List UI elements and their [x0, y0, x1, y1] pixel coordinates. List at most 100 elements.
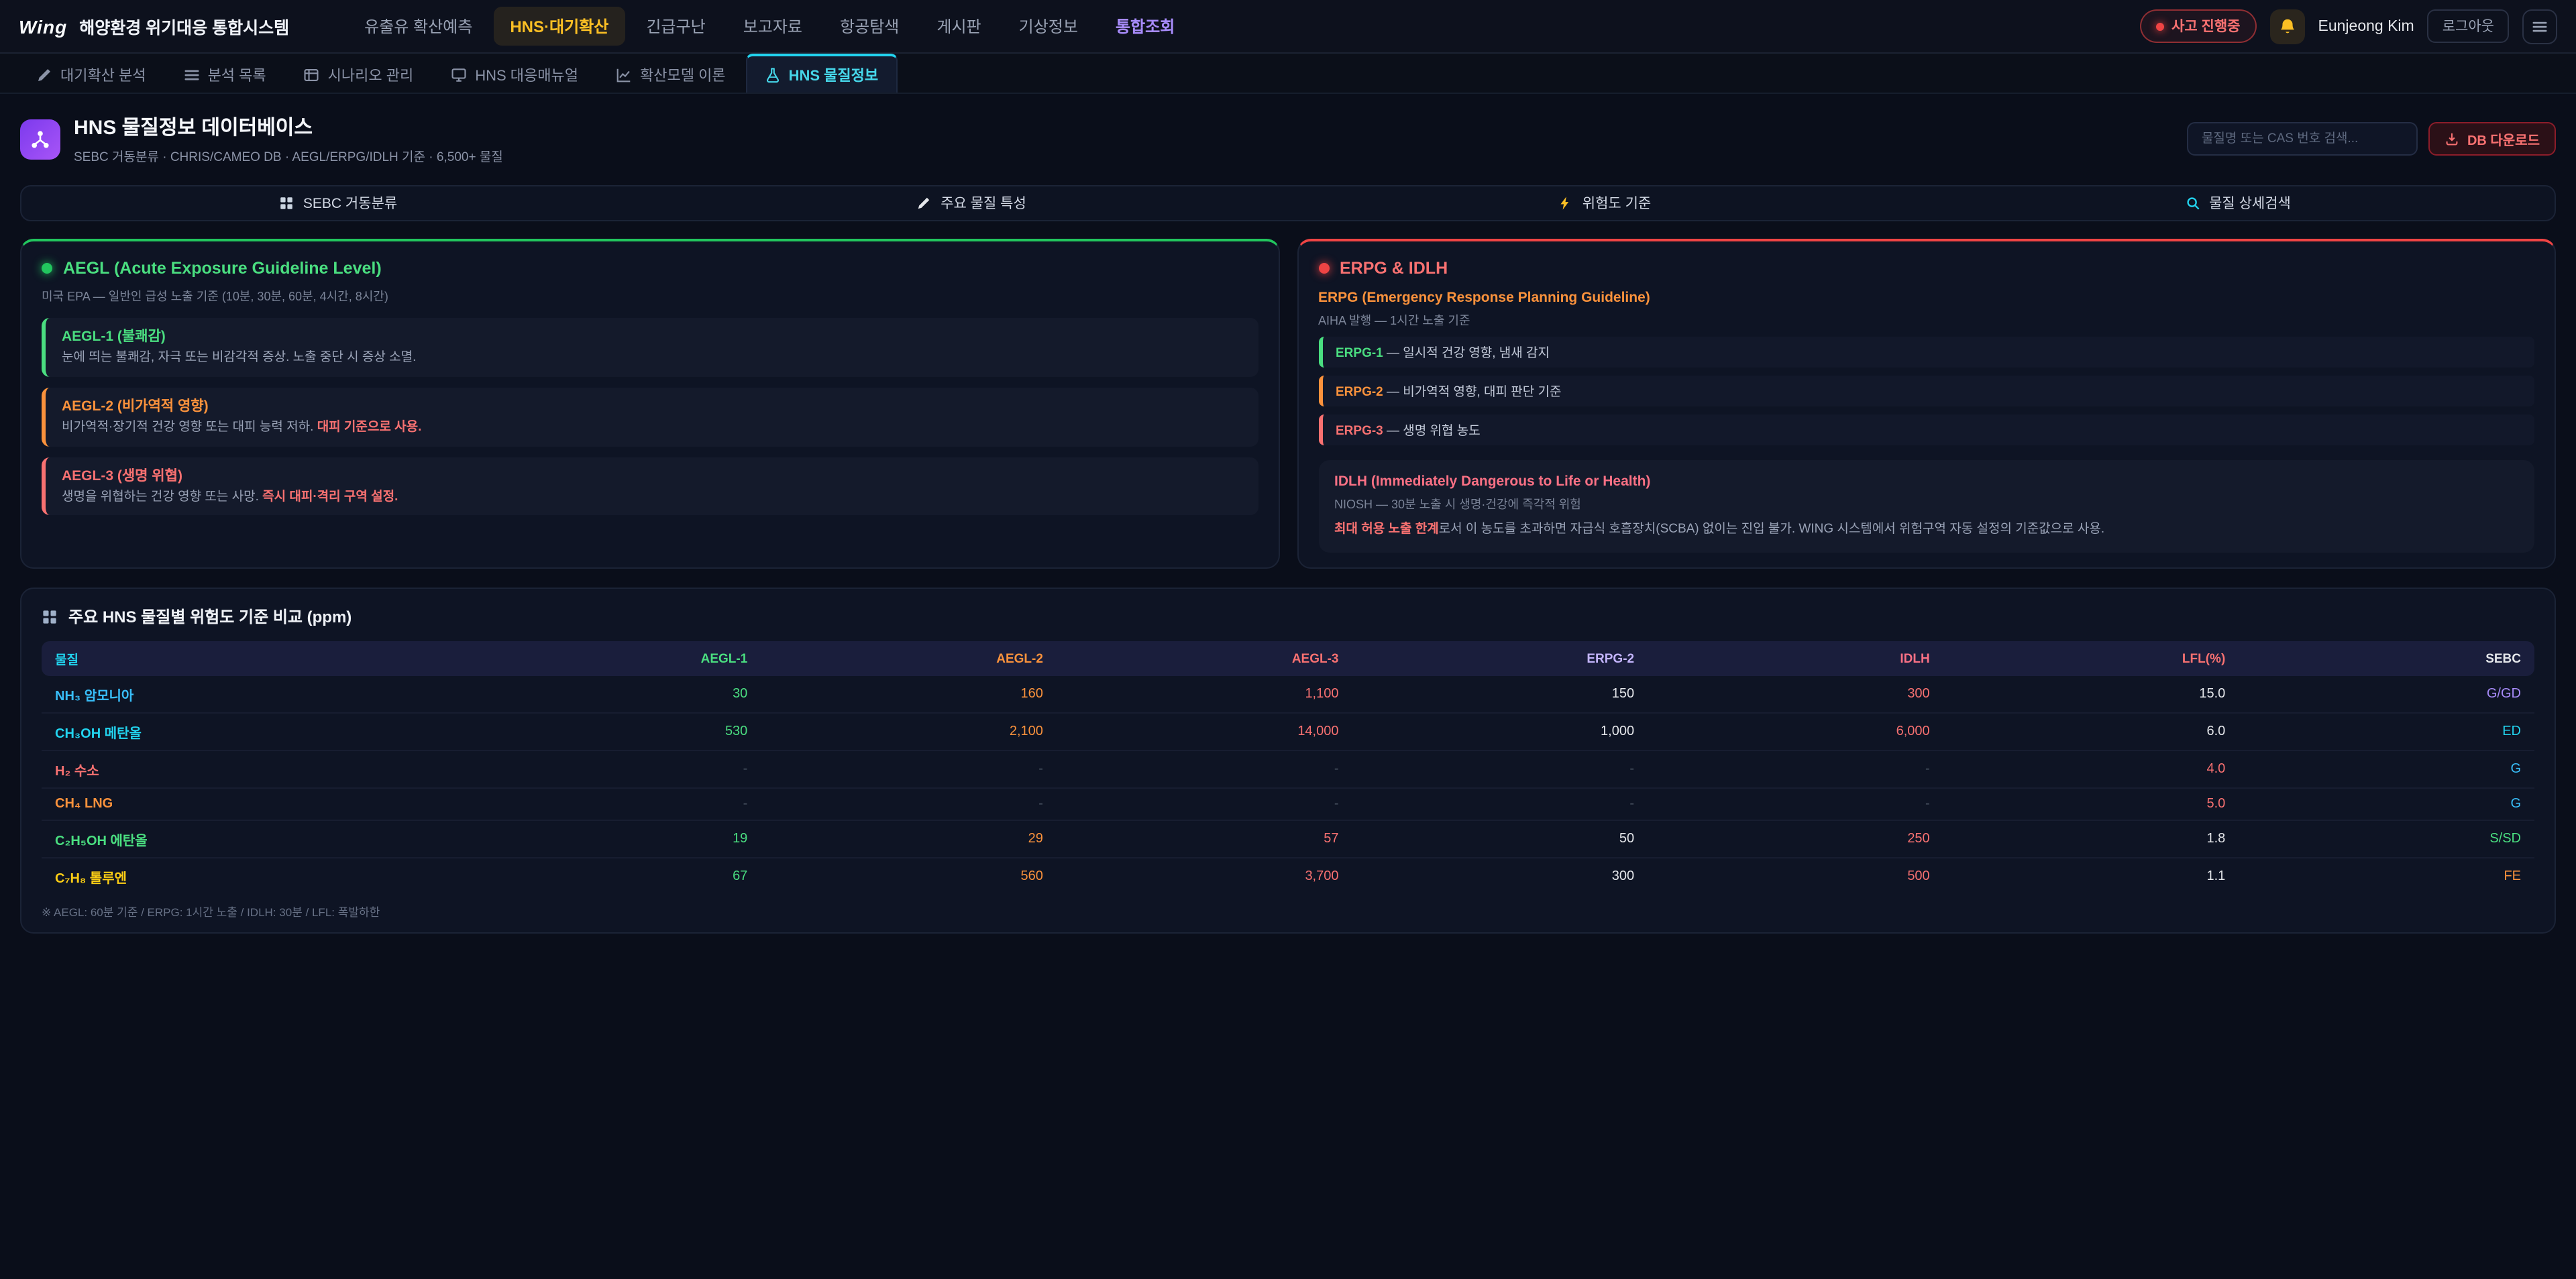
value-cell: 1,100: [1057, 677, 1352, 714]
table-title: 주요 HNS 물질별 위험도 기준 비교 (ppm): [68, 606, 352, 628]
db-download-button[interactable]: DB 다운로드: [2428, 122, 2556, 156]
guideline-cards: AEGL (Acute Exposure Guideline Level) 미국…: [20, 239, 2556, 569]
value-cell: -: [1352, 751, 1648, 789]
value-cell: G: [2239, 751, 2534, 789]
column-header-5: ERPG-2: [1352, 642, 1648, 677]
erpg-level-list: ERPG-1 — 일시적 건강 영향, 냄새 감지ERPG-2 — 비가역적 영…: [1318, 337, 2534, 445]
subnav-tab-label: 분석 목록: [208, 64, 266, 85]
notifications-button[interactable]: [2270, 9, 2305, 44]
aegl-level-name: AEGL-2 (비가역적 영향): [62, 396, 1242, 416]
value-cell: FE: [2239, 858, 2534, 895]
value-cell: -: [466, 751, 761, 789]
table-row-1: NH₃ 암모니아301601,10015030015.0G/GD: [42, 677, 2534, 714]
value-cell: -: [1648, 751, 1943, 789]
aegl-level-1: AEGL-1 (불쾌감)눈에 띄는 불쾌감, 자극 또는 비감각적 증상. 노출…: [42, 318, 1258, 377]
substance-cell: C₂H₅OH 에탄올: [42, 821, 466, 858]
incident-status-badge[interactable]: 사고 진행중: [2139, 9, 2256, 43]
nav-item-1[interactable]: 유출유 확산예측: [348, 7, 488, 46]
value-cell: -: [761, 751, 1057, 789]
subnav-tab-5[interactable]: 확산모델 이론: [598, 54, 743, 93]
section-tab-label: SEBC 거동분류: [303, 193, 397, 213]
value-cell: 300: [1648, 677, 1943, 714]
value-cell: S/SD: [2239, 821, 2534, 858]
list-icon: [184, 66, 200, 82]
value-cell: 6,000: [1648, 714, 1943, 751]
value-cell: 4.0: [1943, 751, 2239, 789]
grid-icon: [42, 609, 58, 625]
brand[interactable]: Wing 해양환경 위기대응 통합시스템: [19, 13, 289, 39]
table-row-2: CH₃OH 메탄올5302,10014,0001,0006,0006.0ED: [42, 714, 2534, 751]
value-cell: 1.8: [1943, 821, 2239, 858]
value-cell: G/GD: [2239, 677, 2534, 714]
main-nav: 유출유 확산예측HNS·대기확산긴급구난보고자료항공탐색게시판기상정보통합조회: [348, 7, 1191, 46]
top-navbar: Wing 해양환경 위기대응 통합시스템 유출유 확산예측HNS·대기확산긴급구…: [0, 0, 2576, 54]
section-tab-2[interactable]: 주요 물질 특성: [655, 186, 1288, 220]
idlh-description-text: 로서 이 농도를 초과하면 자급식 호흡장치(SCBA) 없이는 진입 불가. …: [1439, 522, 2104, 537]
model-icon: [616, 66, 632, 82]
subnav-tab-2[interactable]: 분석 목록: [166, 54, 284, 93]
value-cell: 300: [1352, 858, 1648, 895]
nav-item-5[interactable]: 항공탐색: [824, 7, 915, 46]
hamburger-icon: [2532, 18, 2548, 34]
section-tab-1[interactable]: SEBC 거동분류: [21, 186, 655, 220]
subnav-tab-label: HNS 대응매뉴얼: [475, 64, 578, 85]
section-tab-label: 위험도 기준: [1582, 193, 1651, 213]
table-row-3: H₂ 수소-----4.0G: [42, 751, 2534, 789]
erpg-level-desc: — 생명 위협 농도: [1387, 424, 1481, 439]
value-cell: 30: [466, 677, 761, 714]
value-cell: -: [1648, 789, 1943, 821]
section-tab-4[interactable]: 물질 상세검색: [1921, 186, 2555, 220]
value-cell: 67: [466, 858, 761, 895]
nav-item-3[interactable]: 긴급구난: [630, 7, 721, 46]
incident-label: 사고 진행중: [2171, 16, 2240, 36]
erpg-subtitle: AIHA 발행 — 1시간 노출 기준: [1318, 311, 2534, 329]
value-cell: 14,000: [1057, 714, 1352, 751]
substance-cell: H₂ 수소: [42, 751, 466, 789]
pencil-icon: [916, 196, 931, 211]
nav-item-8[interactable]: 통합조회: [1099, 7, 1191, 46]
menu-button[interactable]: [2522, 9, 2557, 44]
grid-icon: [279, 196, 294, 211]
aegl-level-emphasis: 대피 기준으로 사용.: [317, 420, 422, 435]
nav-item-7[interactable]: 기상정보: [1003, 7, 1094, 46]
erpg-level-name: ERPG-1: [1336, 346, 1383, 361]
column-header-1: 물질: [42, 642, 466, 677]
value-cell: 5.0: [1943, 789, 2239, 821]
nav-item-6[interactable]: 게시판: [920, 7, 997, 46]
aegl-status-dot-icon: [42, 263, 52, 274]
aegl-level-3: AEGL-3 (생명 위협)생명을 위협하는 건강 영향 또는 사망. 즉시 대…: [42, 457, 1258, 516]
substance-search-input[interactable]: [2187, 122, 2418, 156]
nav-item-4[interactable]: 보고자료: [727, 7, 818, 46]
subnav-tab-6[interactable]: HNS 물질정보: [746, 54, 898, 93]
subnav-tab-1[interactable]: 대기확산 분석: [19, 54, 164, 93]
value-cell: 530: [466, 714, 761, 751]
value-cell: -: [1057, 751, 1352, 789]
subnav-tab-label: HNS 물질정보: [789, 64, 879, 85]
erpg-card-title: ERPG & IDLH: [1340, 259, 1448, 278]
logout-button[interactable]: 로그아웃: [2428, 9, 2509, 43]
aegl-level-name: AEGL-3 (생명 위협): [62, 465, 1242, 485]
subnav-tab-4[interactable]: HNS 대응매뉴얼: [433, 54, 596, 93]
section-tab-bar: SEBC 거동분류 주요 물질 특성 위험도 기준 물질 상세검색: [20, 185, 2556, 221]
table-row-6: C₇H₈ 톨루엔675603,7003005001.1FE: [42, 858, 2534, 895]
nav-item-2[interactable]: HNS·대기확산: [494, 7, 625, 46]
aegl-level-list: AEGL-1 (불쾌감)눈에 띄는 불쾌감, 자극 또는 비감각적 증상. 노출…: [42, 318, 1258, 516]
section-tab-3[interactable]: 위험도 기준: [1288, 186, 1921, 220]
brand-title: 해양환경 위기대응 통합시스템: [79, 13, 289, 39]
table-row-4: CH₄ LNG-----5.0G: [42, 789, 2534, 821]
subnav-tab-3[interactable]: 시나리오 관리: [286, 54, 431, 93]
hazard-comparison-table: 물질AEGL-1AEGL-2AEGL-3ERPG-2IDLHLFL(%)SEBC…: [42, 642, 2534, 895]
idlh-subtitle: NIOSH — 30분 노출 시 생명·건강에 즉각적 위험: [1334, 495, 2518, 512]
subnav-tab-label: 대기확산 분석: [60, 64, 146, 85]
pencil-icon: [36, 66, 52, 82]
page-header-actions: DB 다운로드: [2187, 122, 2556, 156]
column-header-8: SEBC: [2239, 642, 2534, 677]
value-cell: 15.0: [1943, 677, 2239, 714]
idlh-heading: IDLH (Immediately Dangerous to Life or H…: [1334, 474, 2518, 490]
substance-cell: CH₄ LNG: [42, 789, 466, 821]
value-cell: G: [2239, 789, 2534, 821]
page-icon-badge: [20, 119, 60, 159]
erpg-card-header: ERPG & IDLH: [1318, 259, 2534, 278]
value-cell: 1.1: [1943, 858, 2239, 895]
table-header-row: 물질AEGL-1AEGL-2AEGL-3ERPG-2IDLHLFL(%)SEBC: [42, 642, 2534, 677]
